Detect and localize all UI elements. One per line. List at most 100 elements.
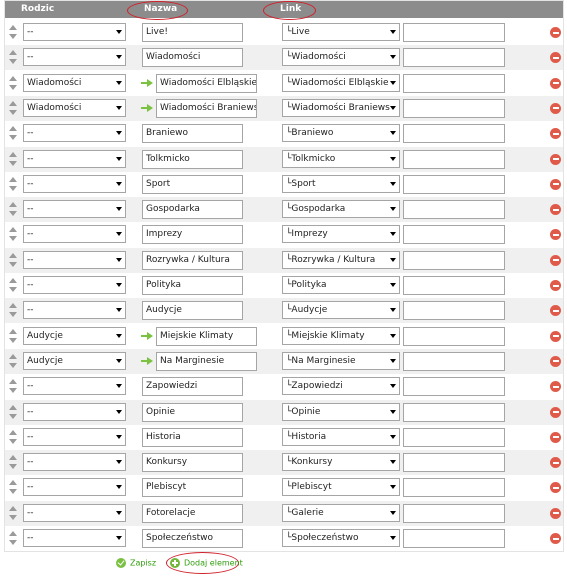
arrow-down-icon[interactable] xyxy=(9,489,17,495)
extra-input[interactable] xyxy=(403,23,505,42)
sort-handle[interactable] xyxy=(9,454,17,470)
arrow-up-icon[interactable] xyxy=(9,480,17,486)
delete-icon[interactable] xyxy=(550,128,561,140)
name-input[interactable]: Fotorelacje xyxy=(142,503,243,523)
name-input[interactable]: Konkursy xyxy=(142,453,243,473)
arrow-up-icon[interactable] xyxy=(9,176,17,182)
arrow-down-icon[interactable] xyxy=(9,287,17,292)
link-select[interactable]: └Live xyxy=(282,23,400,41)
extra-input[interactable] xyxy=(403,174,505,194)
link-select[interactable]: └Rozrywka / Kultura xyxy=(282,250,400,269)
name-input[interactable]: Tolkmicko xyxy=(142,149,243,169)
arrow-up-icon[interactable] xyxy=(9,126,17,132)
arrow-up-icon[interactable] xyxy=(9,50,17,56)
name-input[interactable]: Imprezy xyxy=(142,225,243,245)
link-select[interactable]: └Na Marginesie xyxy=(282,351,400,370)
parent-select[interactable]: -- xyxy=(23,402,126,421)
name-input[interactable]: Audycje xyxy=(142,301,243,321)
sort-handle[interactable] xyxy=(9,353,17,369)
arrow-down-icon[interactable] xyxy=(9,59,17,65)
parent-select[interactable]: -- xyxy=(23,250,126,269)
extra-input[interactable] xyxy=(403,402,505,422)
parent-select[interactable]: Audycje xyxy=(23,326,126,345)
parent-select[interactable]: Audycje xyxy=(23,351,126,370)
delete-icon[interactable] xyxy=(550,305,561,317)
extra-input[interactable] xyxy=(403,98,505,118)
link-select[interactable]: └Plebiscyt xyxy=(282,478,400,497)
extra-input[interactable] xyxy=(403,48,505,68)
arrow-up-icon[interactable] xyxy=(9,303,17,309)
name-input[interactable]: Plebiscyt xyxy=(142,478,243,498)
sort-handle[interactable] xyxy=(9,176,17,192)
arrow-down-icon[interactable] xyxy=(9,362,17,368)
delete-icon[interactable] xyxy=(550,533,561,544)
delete-icon[interactable] xyxy=(550,431,561,443)
name-input[interactable]: Wiadomości Braniewsk xyxy=(156,98,257,118)
extra-input[interactable] xyxy=(403,529,505,548)
extra-input[interactable] xyxy=(403,453,505,473)
name-input[interactable]: Wiadomości xyxy=(142,48,243,68)
sort-handle[interactable] xyxy=(9,302,17,318)
arrow-up-icon[interactable] xyxy=(9,404,17,410)
sort-handle[interactable] xyxy=(9,530,17,546)
name-input[interactable]: Opinie xyxy=(142,402,243,422)
link-select[interactable]: └Polityka xyxy=(282,276,400,294)
arrow-up-icon[interactable] xyxy=(9,151,17,157)
delete-icon[interactable] xyxy=(550,381,561,393)
extra-input[interactable] xyxy=(403,250,505,270)
arrow-up-icon[interactable] xyxy=(9,379,17,385)
extra-input[interactable] xyxy=(403,478,505,498)
arrow-up-icon[interactable] xyxy=(9,75,17,81)
name-input[interactable]: Zapowiedzi xyxy=(142,377,243,397)
arrow-up-icon[interactable] xyxy=(9,25,17,30)
arrow-up-icon[interactable] xyxy=(9,531,17,536)
arrow-up-icon[interactable] xyxy=(9,353,17,359)
name-input[interactable]: Społeczeństwo xyxy=(142,529,243,548)
name-input[interactable]: Na Marginesie xyxy=(156,351,257,371)
extra-input[interactable] xyxy=(403,149,505,169)
arrow-up-icon[interactable] xyxy=(9,328,17,334)
arrow-down-icon[interactable] xyxy=(9,185,17,191)
delete-icon[interactable] xyxy=(550,457,561,469)
link-select[interactable]: └Społeczeństwo xyxy=(282,529,400,547)
sort-handle[interactable] xyxy=(9,404,17,420)
delete-icon[interactable] xyxy=(550,507,561,519)
arrow-down-icon[interactable] xyxy=(9,337,17,343)
sort-handle[interactable] xyxy=(9,479,17,495)
name-input[interactable]: Live! xyxy=(142,23,243,42)
arrow-down-icon[interactable] xyxy=(9,413,17,419)
sort-handle[interactable] xyxy=(9,24,17,40)
delete-icon[interactable] xyxy=(550,280,561,291)
extra-input[interactable] xyxy=(403,351,505,371)
delete-icon[interactable] xyxy=(550,406,561,418)
link-select[interactable]: └Braniewo xyxy=(282,124,400,143)
delete-icon[interactable] xyxy=(550,27,561,38)
link-select[interactable]: └Tolkmicko xyxy=(282,149,400,168)
extra-input[interactable] xyxy=(403,377,505,397)
parent-select[interactable]: Wiadomości xyxy=(23,73,126,92)
parent-select[interactable]: -- xyxy=(23,453,126,472)
sort-handle[interactable] xyxy=(9,75,17,91)
delete-icon[interactable] xyxy=(550,229,561,241)
delete-icon[interactable] xyxy=(550,254,561,266)
parent-select[interactable]: -- xyxy=(23,124,126,143)
extra-input[interactable] xyxy=(403,503,505,523)
sort-handle[interactable] xyxy=(9,125,17,141)
name-input[interactable]: Gospodarka xyxy=(142,200,243,220)
delete-icon[interactable] xyxy=(550,355,561,367)
parent-select[interactable]: -- xyxy=(23,200,126,219)
sort-handle[interactable] xyxy=(9,505,17,521)
extra-input[interactable] xyxy=(403,301,505,321)
arrow-down-icon[interactable] xyxy=(9,135,17,141)
arrow-up-icon[interactable] xyxy=(9,227,17,233)
delete-icon[interactable] xyxy=(550,178,561,190)
name-input[interactable]: Historia xyxy=(142,427,243,447)
arrow-up-icon[interactable] xyxy=(9,100,17,106)
sort-handle[interactable] xyxy=(9,252,17,268)
parent-select[interactable]: -- xyxy=(23,174,126,193)
sort-handle[interactable] xyxy=(9,201,17,217)
parent-select[interactable]: -- xyxy=(23,478,126,497)
link-select[interactable]: └Galerie xyxy=(282,503,400,522)
delete-icon[interactable] xyxy=(550,482,561,494)
link-select[interactable]: └Miejskie Klimaty xyxy=(282,326,400,345)
